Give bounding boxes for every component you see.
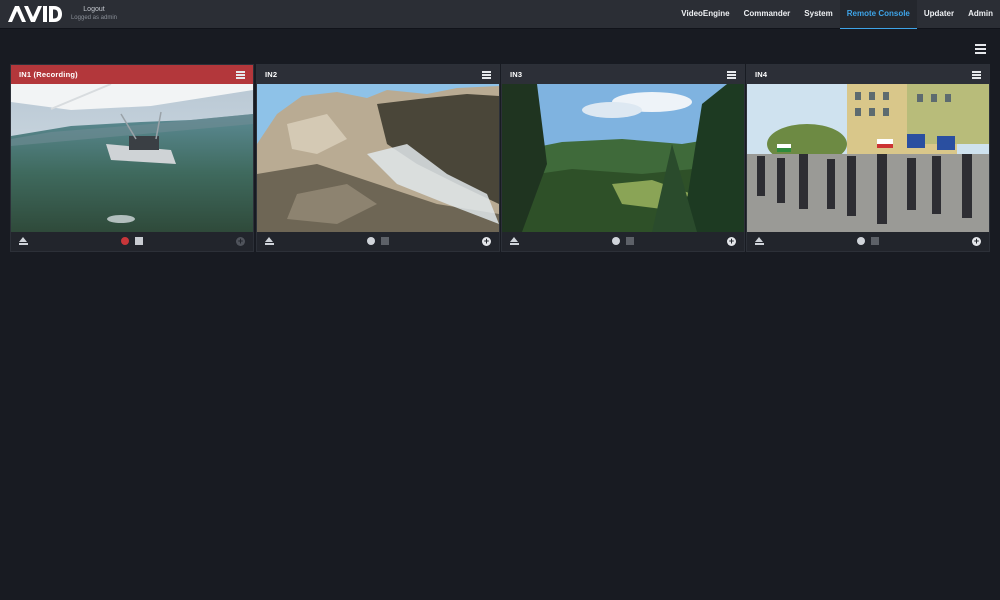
panel-header: IN3 xyxy=(502,65,744,84)
input-panel-in3: IN3 + xyxy=(501,64,745,252)
panel-menu-icon[interactable] xyxy=(727,71,736,80)
input-panel-in1: IN1 (Recording) + xyxy=(10,64,254,252)
page-menu-icon[interactable] xyxy=(975,44,986,54)
panel-footer: + xyxy=(11,232,253,251)
nav-commander[interactable]: Commander xyxy=(737,0,798,29)
panel-footer: + xyxy=(502,232,744,251)
plus-circle-icon[interactable]: + xyxy=(972,237,981,246)
record-icon[interactable] xyxy=(612,237,620,245)
panel-footer: + xyxy=(257,232,499,251)
nav-videoengine[interactable]: VideoEngine xyxy=(674,0,736,29)
plus-circle-icon[interactable]: + xyxy=(236,237,245,246)
panel-footer: + xyxy=(747,232,989,251)
panel-menu-icon[interactable] xyxy=(972,71,981,80)
stop-icon[interactable] xyxy=(135,237,143,245)
user-box: Logout Logged as admin xyxy=(70,6,118,22)
panel-title: IN4 xyxy=(755,70,768,79)
plus-circle-icon[interactable]: + xyxy=(727,237,736,246)
panel-title: IN3 xyxy=(510,70,523,79)
eject-icon[interactable] xyxy=(755,237,764,246)
stop-icon[interactable] xyxy=(381,237,389,245)
video-preview xyxy=(257,84,499,232)
nav-admin[interactable]: Admin xyxy=(961,0,1000,29)
panel-menu-icon[interactable] xyxy=(236,71,245,80)
panel-title: IN2 xyxy=(265,70,278,79)
avid-logo[interactable] xyxy=(8,6,62,22)
panel-header: IN2 xyxy=(257,65,499,84)
record-icon[interactable] xyxy=(121,237,129,245)
panel-header: IN1 (Recording) xyxy=(11,65,253,84)
eject-icon[interactable] xyxy=(510,237,519,246)
video-preview xyxy=(747,84,989,232)
nav-updater[interactable]: Updater xyxy=(917,0,961,29)
logout-link[interactable]: Logout xyxy=(70,6,118,14)
logged-as-text: Logged as admin xyxy=(70,15,118,21)
main-nav: VideoEngine Commander System Remote Cons… xyxy=(674,0,1000,29)
eject-icon[interactable] xyxy=(265,237,274,246)
panel-header: IN4 xyxy=(747,65,989,84)
record-icon[interactable] xyxy=(857,237,865,245)
top-bar: Logout Logged as admin VideoEngine Comma… xyxy=(0,0,1000,29)
video-preview xyxy=(11,84,253,232)
stop-icon[interactable] xyxy=(626,237,634,245)
stop-icon[interactable] xyxy=(871,237,879,245)
nav-system[interactable]: System xyxy=(797,0,839,29)
input-panel-in2: IN2 + xyxy=(256,64,500,252)
record-icon[interactable] xyxy=(367,237,375,245)
plus-circle-icon[interactable]: + xyxy=(482,237,491,246)
input-panel-in4: IN4 + xyxy=(746,64,990,252)
video-preview xyxy=(502,84,744,232)
panel-title: IN1 (Recording) xyxy=(19,70,78,79)
eject-icon[interactable] xyxy=(19,237,28,246)
panel-menu-icon[interactable] xyxy=(482,71,491,80)
nav-remote-console[interactable]: Remote Console xyxy=(839,0,917,29)
